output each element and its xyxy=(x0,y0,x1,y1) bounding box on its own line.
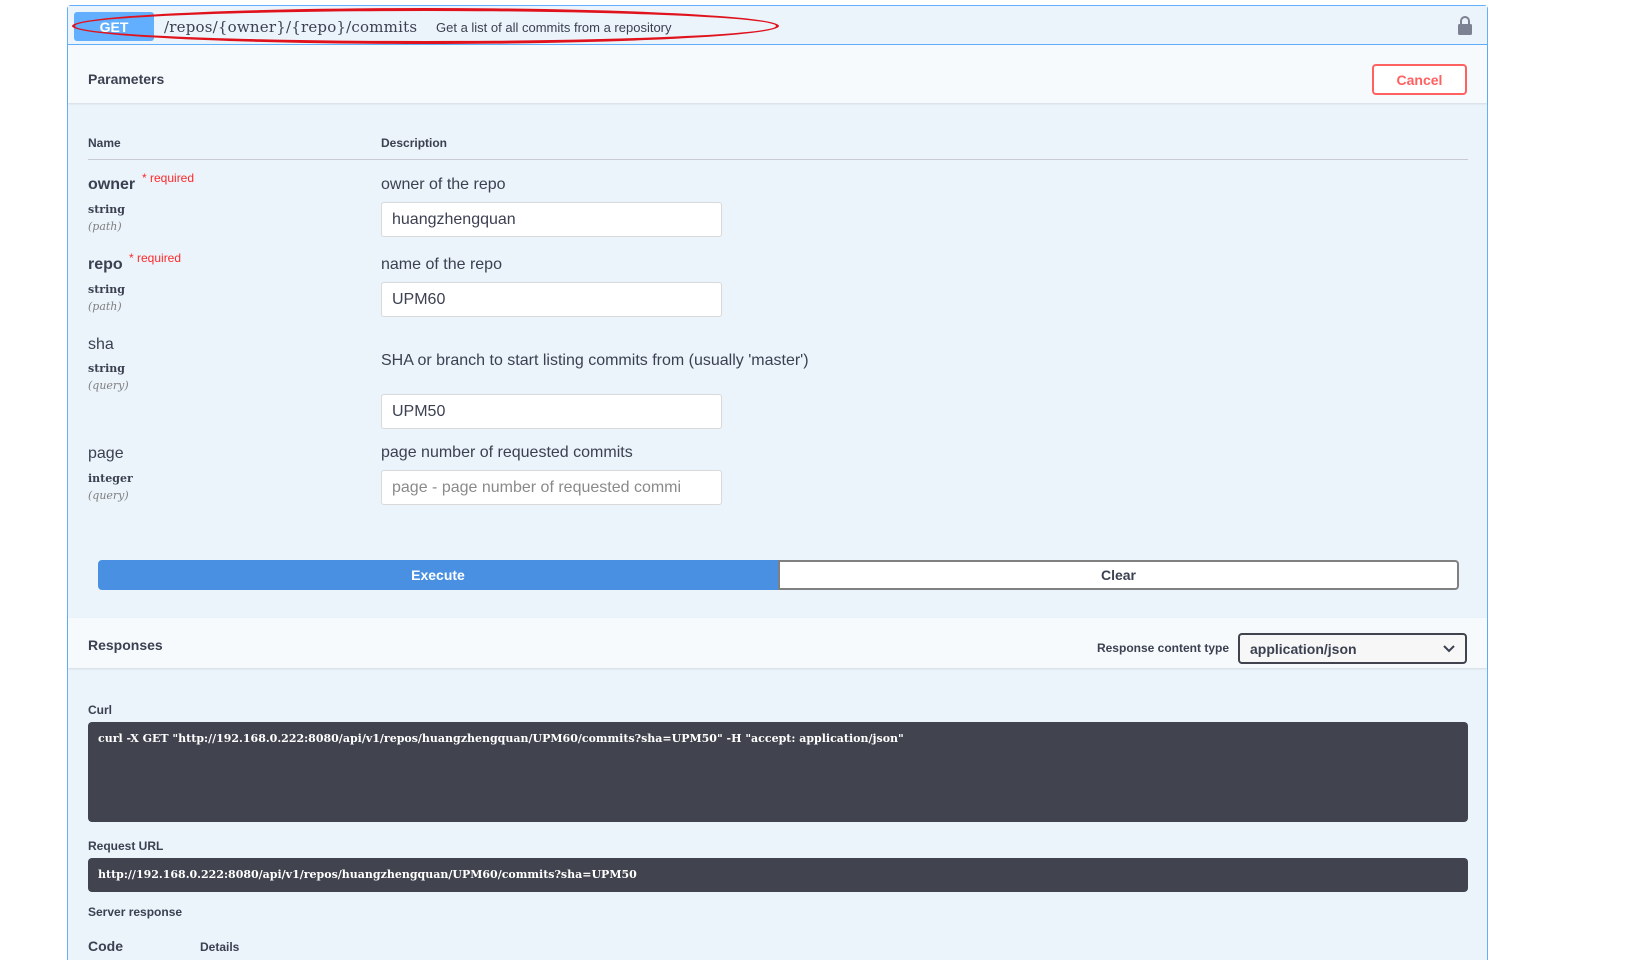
required-marker: * required xyxy=(129,251,182,265)
operation-summary[interactable]: GET /repos/{owner}/{repo}/commits Get a … xyxy=(68,6,1487,45)
owner-input[interactable]: huangzhengquan xyxy=(381,202,722,237)
param-name-page: page xyxy=(88,445,124,462)
param-type: integer xyxy=(88,472,133,485)
param-description-sha: SHA or branch to start listing commits f… xyxy=(381,352,809,369)
param-type: string xyxy=(88,203,125,216)
param-location: (path) xyxy=(88,220,122,233)
param-description-page: page number of requested commits xyxy=(381,444,633,461)
details-column-header: Details xyxy=(200,940,240,954)
responses-title: Responses xyxy=(88,637,163,653)
param-location: (query) xyxy=(88,489,129,502)
response-content-type-label: Response content type xyxy=(1096,641,1229,655)
request-url-label: Request URL xyxy=(88,839,164,853)
execute-button[interactable]: Execute xyxy=(98,560,778,590)
param-location: (query) xyxy=(88,379,129,392)
page-input[interactable]: page - page number of requested commi xyxy=(381,470,722,505)
parameters-title: Parameters xyxy=(88,71,165,87)
param-type: string xyxy=(88,362,125,375)
response-content-type-value: application/json xyxy=(1250,640,1357,657)
required-marker: * required xyxy=(142,171,195,185)
param-location: (path) xyxy=(88,300,122,313)
cancel-button[interactable]: Cancel xyxy=(1372,64,1467,95)
request-url-block[interactable]: http://192.168.0.222:8080/api/v1/repos/h… xyxy=(88,858,1468,892)
column-header-name: Name xyxy=(88,136,121,150)
response-content-type-select[interactable]: application/json xyxy=(1238,633,1467,664)
lock-icon[interactable] xyxy=(1457,16,1473,36)
clear-button[interactable]: Clear xyxy=(778,560,1459,590)
operation-block: GET /repos/{owner}/{repo}/commits Get a … xyxy=(67,5,1488,960)
column-header-description: Description xyxy=(381,136,448,150)
param-name-repo: repo xyxy=(88,256,123,273)
chevron-down-icon xyxy=(1443,644,1455,652)
curl-label: Curl xyxy=(88,703,112,717)
header-divider xyxy=(88,159,1468,160)
param-name-sha: sha xyxy=(88,336,114,353)
repo-input[interactable]: UPM60 xyxy=(381,282,722,317)
param-type: string xyxy=(88,283,125,296)
param-name-owner: owner xyxy=(88,176,136,193)
param-description-repo: name of the repo xyxy=(381,256,502,273)
sha-input[interactable]: UPM50 xyxy=(381,394,722,429)
parameters-header: Parameters Cancel xyxy=(68,45,1487,103)
annotation-ellipse xyxy=(72,8,779,44)
responses-header: Responses Response content type applicat… xyxy=(68,618,1487,668)
server-response-label: Server response xyxy=(88,905,183,919)
code-column-header: Code xyxy=(88,938,123,954)
curl-command-block[interactable]: curl -X GET "http://192.168.0.222:8080/a… xyxy=(88,722,1468,822)
param-description-owner: owner of the repo xyxy=(381,176,506,193)
